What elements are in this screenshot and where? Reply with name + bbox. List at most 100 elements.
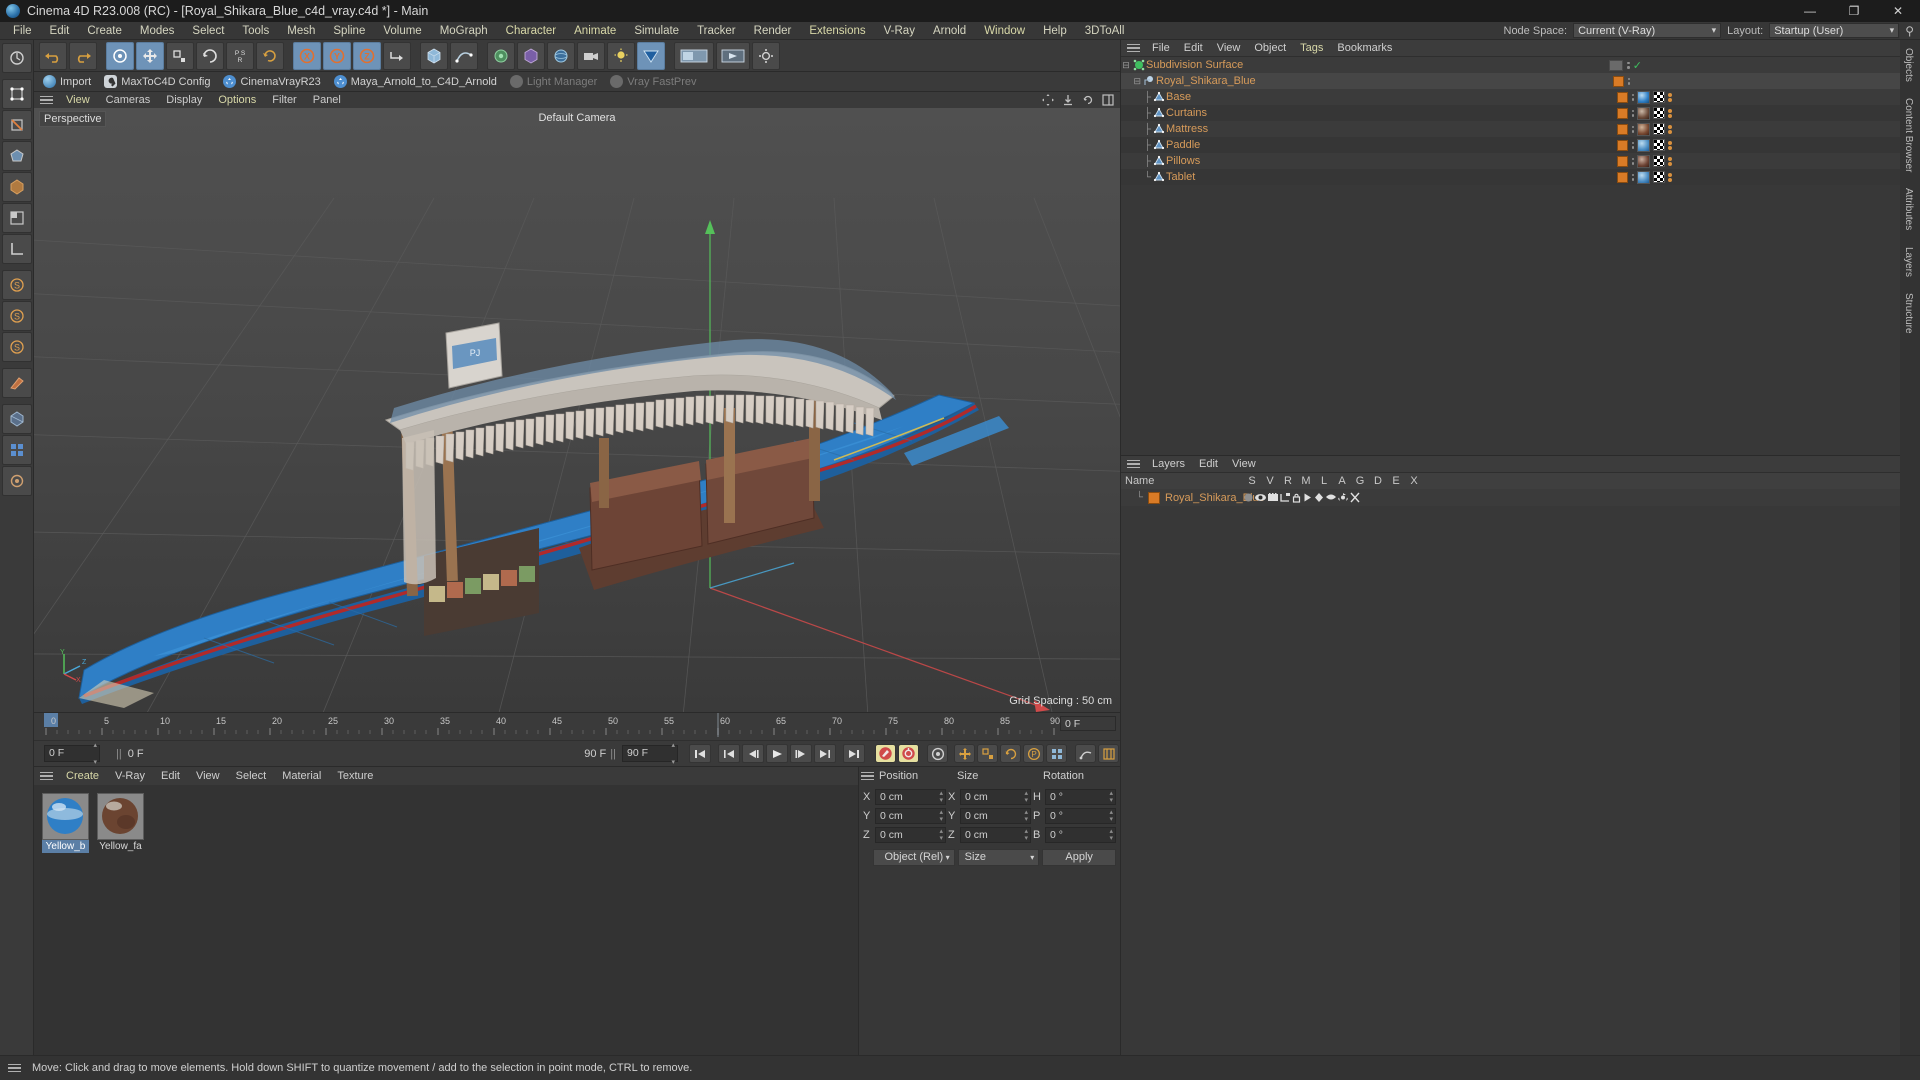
- position-x-field[interactable]: 0 cm ▴ ▾: [875, 789, 946, 805]
- enabled-check-icon[interactable]: ✓: [1633, 59, 1642, 72]
- material-thumbnail-icon[interactable]: [1637, 90, 1650, 104]
- uv-tag-icon[interactable]: [1668, 172, 1672, 182]
- record-position-button[interactable]: [927, 744, 948, 763]
- layer-color-swatch[interactable]: [1148, 491, 1160, 504]
- table-row[interactable]: ├ Mattress: [1121, 121, 1900, 137]
- tool-snap-toggle[interactable]: [2, 368, 32, 398]
- stepper-icon[interactable]: ▴ ▾: [1109, 828, 1113, 842]
- menu-item-render[interactable]: Render: [745, 22, 801, 40]
- vray-render-button[interactable]: [637, 41, 665, 70]
- object-name[interactable]: Royal_Shikara_Blue: [1156, 75, 1256, 87]
- stepper-icon[interactable]: ▴ ▾: [1109, 790, 1113, 804]
- go-to-start-button[interactable]: [689, 744, 711, 763]
- uv-tag-icon[interactable]: [1668, 108, 1672, 118]
- apply-button[interactable]: Apply: [1042, 848, 1116, 866]
- material-item[interactable]: Yellow_fa: [97, 793, 144, 853]
- rotate-tool-button[interactable]: [196, 41, 224, 70]
- tab-content-browser[interactable]: Content Browser: [1900, 90, 1917, 180]
- layer-animation-toggle[interactable]: [1302, 492, 1313, 503]
- expand-toggle-icon[interactable]: ⊟: [1121, 76, 1141, 87]
- object-manager-menu-icon[interactable]: [1127, 43, 1140, 53]
- stepper-icon[interactable]: ▴ ▾: [939, 828, 943, 842]
- close-button[interactable]: ✕: [1876, 0, 1920, 22]
- object-name[interactable]: Mattress: [1166, 123, 1208, 135]
- previous-key-button[interactable]: [718, 744, 740, 763]
- tool-snap-settings[interactable]: S: [2, 332, 32, 362]
- layer-name[interactable]: Royal_Shikara_Blue: [1165, 492, 1265, 504]
- material-tag-icon[interactable]: [1616, 171, 1628, 183]
- plugin-vray-fastprev-button[interactable]: Vray FastPrev: [605, 73, 701, 90]
- layer-lock-toggle[interactable]: [1291, 492, 1302, 503]
- add-deformer-button[interactable]: [517, 41, 545, 70]
- redo-button[interactable]: [69, 41, 97, 70]
- move-tool-button[interactable]: [136, 41, 164, 70]
- status-menu-icon[interactable]: [8, 1063, 21, 1073]
- material-name[interactable]: Yellow_fa: [97, 840, 144, 853]
- go-to-end-button[interactable]: [843, 744, 865, 763]
- texture-tag-icon[interactable]: [1653, 171, 1665, 183]
- material-thumbnail-icon[interactable]: [1637, 154, 1650, 168]
- table-row[interactable]: ├ Paddle: [1121, 137, 1900, 153]
- plugin-import-button[interactable]: Import: [38, 73, 96, 90]
- tool-polygon-mode[interactable]: [2, 141, 32, 171]
- size-z-field[interactable]: 0 cm ▴ ▾: [960, 827, 1031, 843]
- layer-deformers-toggle[interactable]: [1325, 492, 1337, 503]
- add-spline-button[interactable]: [450, 41, 478, 70]
- coordinate-mode-dropdown[interactable]: Object (Rel) ▾: [873, 848, 955, 866]
- select-tool-button[interactable]: [106, 41, 134, 70]
- layer-visibility-toggle[interactable]: [1254, 492, 1267, 503]
- add-camera-button[interactable]: [577, 41, 605, 70]
- uv-tag-icon[interactable]: [1668, 140, 1672, 150]
- timeline-settings-button[interactable]: [1098, 744, 1119, 763]
- menu-item-extensions[interactable]: Extensions: [800, 22, 874, 40]
- expand-toggle-icon[interactable]: ⊟: [1121, 60, 1131, 71]
- 3d-viewport[interactable]: PJ Y Z X Perspective Default Camera Grid…: [34, 108, 1120, 712]
- object-tree[interactable]: ⊟ Subdivision Surface ✓ ⊟ Royal_Shikara_…: [1121, 57, 1900, 185]
- material-thumbnail[interactable]: [97, 793, 144, 840]
- viewport-menu-view[interactable]: View: [58, 92, 98, 108]
- menu-item-window[interactable]: Window: [975, 22, 1034, 40]
- layers-menu-edit[interactable]: Edit: [1192, 456, 1225, 473]
- psr-button[interactable]: P SR: [226, 41, 254, 70]
- table-row[interactable]: ├ Pillows: [1121, 153, 1900, 169]
- lock-y-axis-button[interactable]: Y: [323, 41, 351, 70]
- layer-solo-toggle[interactable]: [1243, 492, 1254, 503]
- material-tag-icon[interactable]: [1616, 139, 1628, 151]
- layer-generators-toggle[interactable]: [1313, 492, 1325, 503]
- end-frame-field[interactable]: 90 F ▴ ▾: [622, 742, 678, 766]
- add-light-button[interactable]: [607, 41, 635, 70]
- stepper-icon[interactable]: ▴ ▾: [1024, 828, 1028, 842]
- table-row[interactable]: ⊟ Royal_Shikara_Blue: [1121, 73, 1900, 89]
- layers-col-e[interactable]: E: [1387, 475, 1405, 487]
- layers-col-d[interactable]: D: [1369, 475, 1387, 487]
- world-object-coords-button[interactable]: [383, 41, 411, 70]
- layers-col-g[interactable]: G: [1351, 475, 1369, 487]
- stepper-icon[interactable]: ▴ ▾: [1109, 809, 1113, 823]
- tab-attributes[interactable]: Attributes: [1900, 180, 1917, 238]
- material-thumbnail-icon[interactable]: [1637, 122, 1650, 136]
- position-z-field[interactable]: 0 cm ▴ ▾: [875, 827, 946, 843]
- node-space-dropdown[interactable]: Current (V-Ray) ▾: [1573, 23, 1722, 38]
- play-button[interactable]: [766, 744, 788, 763]
- table-row[interactable]: └ Royal_Shikara_Blue: [1121, 489, 1900, 506]
- add-cube-button[interactable]: [420, 41, 448, 70]
- stepper-icon[interactable]: ▴ ▾: [1024, 790, 1028, 804]
- layout-dropdown[interactable]: Startup (User) ▾: [1769, 23, 1900, 38]
- tool-texture-mode[interactable]: [2, 203, 32, 233]
- size-y-field[interactable]: 0 cm ▴ ▾: [960, 808, 1031, 824]
- tab-objects[interactable]: Objects: [1900, 40, 1917, 90]
- material-menu-vray[interactable]: V-Ray: [107, 767, 153, 785]
- object-name[interactable]: Paddle: [1166, 139, 1200, 151]
- layers-col-m[interactable]: M: [1297, 475, 1315, 487]
- previous-frame-button[interactable]: [742, 744, 764, 763]
- tool-lock-axis[interactable]: S: [2, 301, 32, 331]
- size-mode-dropdown[interactable]: Size ▾: [957, 848, 1040, 866]
- scale-tool-button[interactable]: [166, 41, 194, 70]
- object-menu-tags[interactable]: Tags: [1293, 40, 1330, 57]
- rotate-view-icon[interactable]: [1082, 94, 1094, 106]
- uv-tag-icon[interactable]: [1668, 92, 1672, 102]
- tool-enable-axis[interactable]: S: [2, 270, 32, 300]
- tool-workplane[interactable]: [2, 234, 32, 264]
- viewport-menu-panel[interactable]: Panel: [305, 92, 349, 108]
- menu-item-create[interactable]: Create: [78, 22, 131, 40]
